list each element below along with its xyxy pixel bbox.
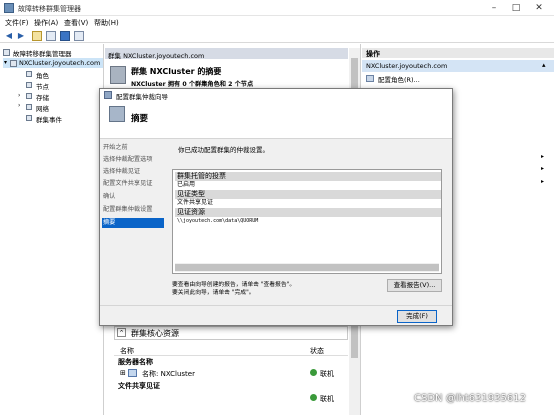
quorum-wizard-dialog: 配置群集仲裁向导 摘要 开始之前 选择仲裁配置选项 选择仲裁见证 配置文件共享见… xyxy=(99,88,453,326)
submenu-arrow-icon[interactable]: ▸ xyxy=(541,165,544,172)
server-name-icon xyxy=(128,369,137,377)
storage-icon xyxy=(26,93,32,99)
step-configure-quorum: 配置群集仲裁设置 xyxy=(103,206,153,213)
window-title: 故障转移群集管理器 xyxy=(18,5,81,13)
wizard-icon xyxy=(104,91,112,99)
server-status: 联机 xyxy=(320,370,334,378)
expand-icon[interactable]: ⊞ xyxy=(120,370,126,377)
step-file-share-witness: 配置文件共享见证 xyxy=(103,180,153,187)
tree-item-networks[interactable]: 网络 xyxy=(36,103,49,113)
column-name[interactable]: 名称 xyxy=(120,346,134,356)
events-icon xyxy=(26,115,32,121)
menu-bar: 文件(F) 操作(A) 查看(V) 帮助(H) xyxy=(0,16,554,29)
report-value-witness-type: 文件共享见证 xyxy=(177,199,214,206)
app-icon xyxy=(4,3,14,13)
action-configure-role[interactable]: 配置角色(R)... xyxy=(378,74,420,84)
tree-item-roles[interactable]: 角色 xyxy=(36,70,49,80)
summary-subtitle: NXCluster 拥有 0 个群集角色和 2 个节点 xyxy=(131,81,254,88)
step-quorum-option: 选择仲裁配置选项 xyxy=(103,156,153,163)
dialog-divider xyxy=(100,305,452,306)
properties-icon[interactable] xyxy=(74,31,84,41)
online-status-icon xyxy=(310,394,317,401)
menu-file[interactable]: 文件(F) xyxy=(5,18,29,28)
column-status[interactable]: 状态 xyxy=(310,346,324,356)
toolbar: ◀ ▶ xyxy=(0,29,554,43)
report-value-votes: 已启用 xyxy=(177,181,196,188)
chevron-down-icon[interactable]: ▾ xyxy=(4,59,7,66)
nodes-icon xyxy=(26,82,32,88)
online-status-icon xyxy=(310,369,317,376)
tree-item-storage[interactable]: 存储 xyxy=(36,92,49,102)
chevron-up-icon[interactable]: ▴ xyxy=(542,61,546,69)
cluster-summary-icon xyxy=(110,66,126,84)
window-title-bar: 故障转移群集管理器 – □ ✕ xyxy=(0,0,554,16)
menu-view[interactable]: 查看(V) xyxy=(64,18,88,28)
report-header-witness-resource: 见证资源 xyxy=(175,208,441,217)
chevron-right-icon[interactable]: › xyxy=(18,102,20,109)
step-confirm: 确认 xyxy=(103,193,116,200)
tree-item-events[interactable]: 群集事件 xyxy=(36,114,62,124)
report-horizontal-scrollbar[interactable] xyxy=(175,263,439,272)
chevron-right-icon[interactable]: › xyxy=(18,92,20,99)
actions-header: 操作 xyxy=(362,48,554,58)
minimize-icon[interactable]: – xyxy=(484,2,504,14)
success-message: 你已成功配置群集的仲裁设置。 xyxy=(178,146,269,154)
configure-role-icon xyxy=(366,75,374,82)
witness-status: 联机 xyxy=(320,395,334,403)
actions-cluster-group[interactable]: NXCluster.joyoutech.com ▴ xyxy=(362,60,554,72)
server-name-group: 服务器名称 xyxy=(118,358,153,366)
roles-icon xyxy=(26,71,32,77)
watermark: CSDN @lht631935612 xyxy=(414,393,526,404)
tree-item-nodes[interactable]: 节点 xyxy=(36,81,49,91)
step-select-witness: 选择仲裁见证 xyxy=(103,168,141,175)
cluster-icon xyxy=(10,60,17,67)
forward-arrow-icon[interactable]: ▶ xyxy=(16,31,26,41)
dialog-title: 配置群集仲裁向导 xyxy=(116,93,168,101)
actions-title: 操作 xyxy=(366,50,380,58)
submenu-arrow-icon[interactable]: ▸ xyxy=(541,178,544,185)
back-arrow-icon[interactable]: ◀ xyxy=(4,31,14,41)
tree-root[interactable]: 故障转移群集管理器 xyxy=(13,48,72,58)
maximize-icon[interactable]: □ xyxy=(506,2,526,14)
menu-action[interactable]: 操作(A) xyxy=(34,18,58,28)
report-header-votes: 群集托管的投票 xyxy=(175,172,441,181)
dialog-title-bar: 配置群集仲裁向导 xyxy=(100,89,452,101)
wizard-steps: 开始之前 选择仲裁配置选项 选择仲裁见证 配置文件共享见证 确认 配置群集仲裁设… xyxy=(100,140,164,320)
collapse-icon[interactable]: ⌃ xyxy=(117,328,126,337)
view-report-button[interactable]: 查看报告(V)... xyxy=(387,279,442,292)
network-icon xyxy=(26,104,32,110)
summary-report: 群集托管的投票 已启用 见证类型 文件共享见证 见证资源 \\joyoutech… xyxy=(172,169,442,274)
resource-column-header: 名称 状态 xyxy=(114,344,348,356)
details-header: 群集 NXCluster.joyoutech.com xyxy=(105,48,348,60)
hint-finish: 要关闭此向导，请单击 "完成"。 xyxy=(172,290,255,296)
cluster-manager-icon xyxy=(3,49,10,56)
tree-item-cluster[interactable]: NXCluster.joyoutech.com xyxy=(19,59,100,67)
summary-title: 群集 NXCluster 的摘要 xyxy=(131,67,222,76)
folder-icon[interactable] xyxy=(32,31,42,41)
report-scrollbar-thumb[interactable] xyxy=(175,264,439,271)
report-value-witness-resource: \\joyoutech.com\data\QUORUM xyxy=(177,218,259,224)
help-icon[interactable] xyxy=(60,31,70,41)
close-icon[interactable]: ✕ xyxy=(529,2,549,14)
page-title: 摘要 xyxy=(131,114,149,124)
actions-cluster-label: NXCluster.joyoutech.com xyxy=(366,62,448,70)
navigation-tree: 故障转移群集管理器 ▾ NXCluster.joyoutech.com 角色 节… xyxy=(0,44,104,415)
console-tree-icon[interactable] xyxy=(46,31,56,41)
submenu-arrow-icon[interactable]: ▸ xyxy=(541,153,544,160)
wizard-header-icon xyxy=(109,106,125,122)
finish-button[interactable]: 完成(F) xyxy=(397,310,437,323)
dialog-header: 摘要 xyxy=(100,101,452,139)
server-name-row[interactable]: 名称: NXCluster xyxy=(142,369,195,379)
details-header-label: 群集 NXCluster.joyoutech.com xyxy=(108,52,205,60)
step-before-you-begin: 开始之前 xyxy=(103,144,128,151)
report-header-witness-type: 见证类型 xyxy=(175,190,441,199)
core-resources-title: 群集核心资源 xyxy=(131,329,179,338)
core-resources-section[interactable]: ⌃ 群集核心资源 xyxy=(114,326,348,340)
witness-group: 文件共享见证 xyxy=(118,382,160,390)
menu-help[interactable]: 帮助(H) xyxy=(94,18,119,28)
step-summary: 摘要 xyxy=(102,218,164,228)
